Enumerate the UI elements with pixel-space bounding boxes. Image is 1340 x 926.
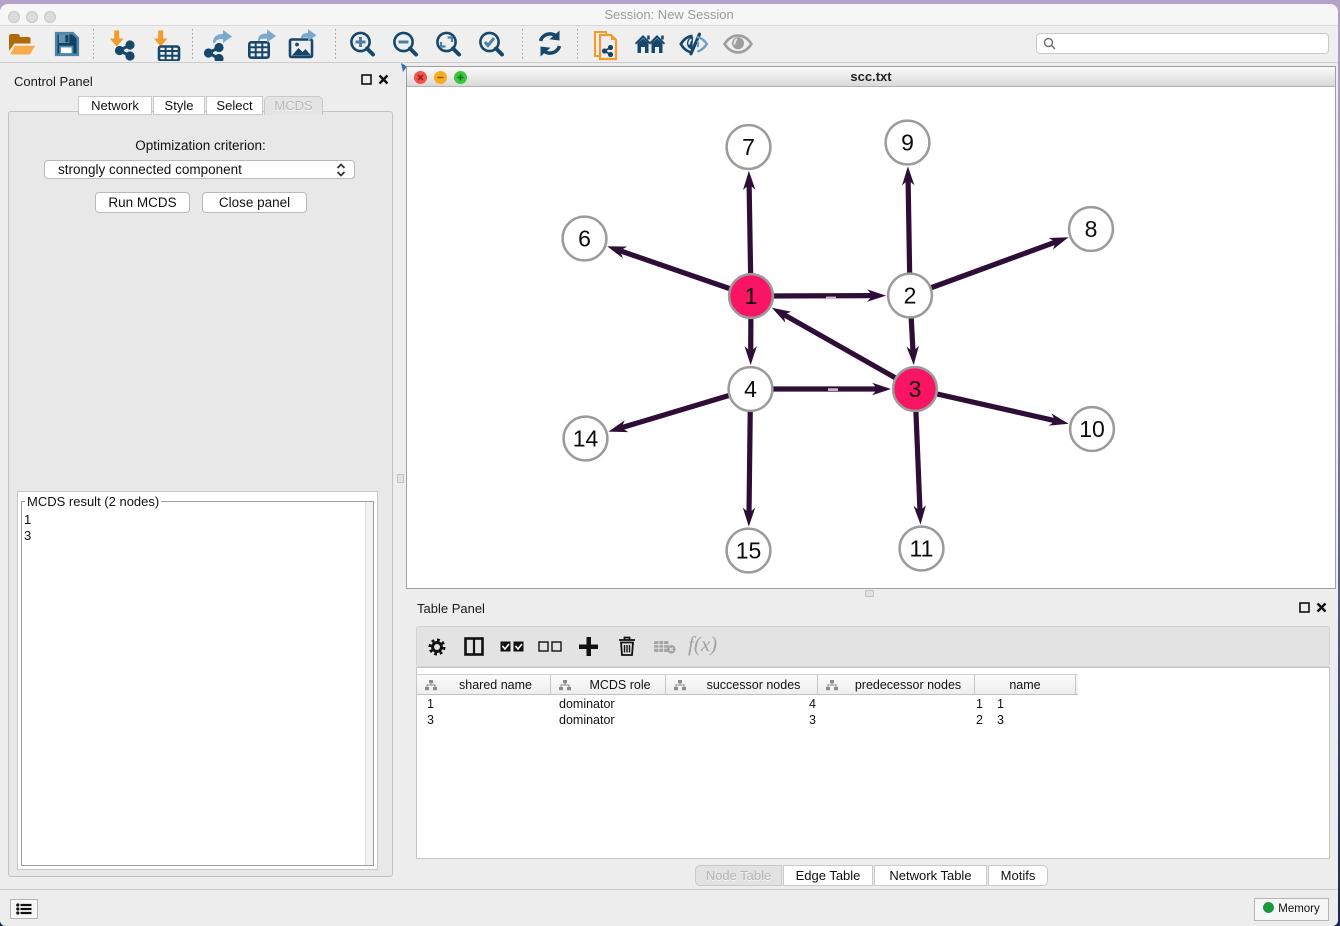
- svg-text:14: 14: [573, 426, 599, 452]
- svg-text:15: 15: [736, 538, 762, 564]
- svg-text:8: 8: [1085, 216, 1098, 242]
- svg-text:6: 6: [578, 226, 591, 252]
- svg-text:10: 10: [1079, 416, 1105, 442]
- svg-text:3: 3: [909, 376, 922, 402]
- svg-text:1: 1: [745, 283, 758, 309]
- svg-text:11: 11: [910, 536, 934, 562]
- svg-text:9: 9: [901, 130, 914, 156]
- svg-text:7: 7: [742, 134, 755, 160]
- svg-text:4: 4: [744, 376, 757, 402]
- svg-text:2: 2: [904, 283, 917, 309]
